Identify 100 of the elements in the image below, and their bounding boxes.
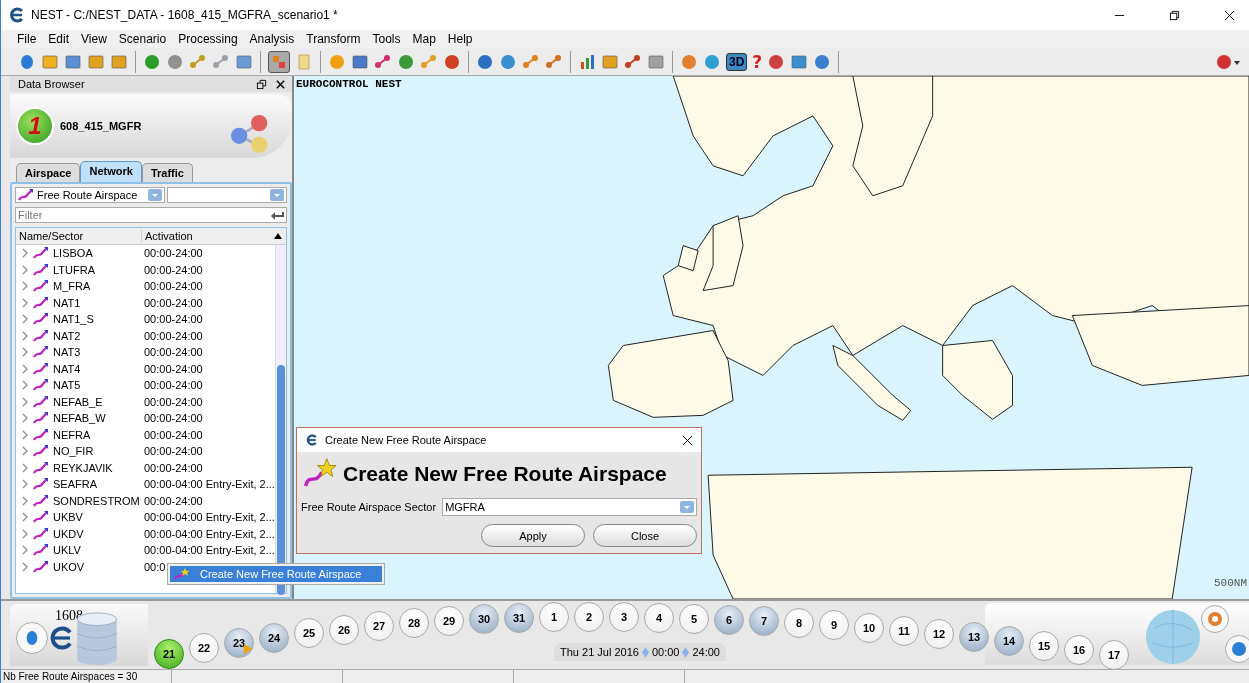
- menu-item[interactable]: Edit: [42, 32, 76, 46]
- table-cell-text: M_FRA: [53, 280, 92, 293]
- close-icon[interactable]: [1224, 9, 1235, 21]
- day-button[interactable]: 6: [714, 604, 744, 635]
- table-cell: 00:00-24:00: [144, 280, 203, 293]
- day-button[interactable]: 23: [224, 627, 254, 658]
- route-icon: [33, 328, 49, 343]
- route-icon: [33, 543, 49, 558]
- expand-icon[interactable]: [21, 347, 29, 358]
- day-button[interactable]: 8: [784, 608, 814, 639]
- menu-item[interactable]: Analysis: [243, 32, 301, 46]
- menu-item[interactable]: File: [11, 32, 43, 46]
- day-button[interactable]: 3: [609, 602, 639, 633]
- tab[interactable]: Traffic: [141, 163, 193, 182]
- color-wheel-button[interactable]: [1201, 605, 1229, 633]
- scroll-up-icon[interactable]: [273, 231, 283, 241]
- day-button[interactable]: 27: [364, 611, 394, 642]
- menu-item[interactable]: Help: [441, 32, 479, 46]
- sector-dropdown[interactable]: MGFRA: [442, 498, 697, 516]
- tab[interactable]: Network: [80, 161, 142, 182]
- select-tool-button[interactable]: [268, 50, 290, 73]
- route-icon: [33, 378, 49, 393]
- day-button[interactable]: 10: [854, 612, 884, 643]
- filter-field[interactable]: Filter: [15, 207, 287, 223]
- day-button[interactable]: 9: [819, 610, 849, 641]
- table-cell-text: NEFRA: [53, 428, 92, 441]
- return-arrow-icon[interactable]: [270, 209, 284, 221]
- layer-dropdown[interactable]: Free Route Airspace: [15, 187, 165, 203]
- day-button[interactable]: 21: [154, 639, 184, 669]
- day-button[interactable]: 7: [749, 606, 779, 637]
- expand-icon[interactable]: [21, 380, 29, 391]
- 3d-view-button[interactable]: 3D: [726, 52, 748, 71]
- expand-icon[interactable]: [21, 545, 29, 556]
- help-button[interactable]: ?: [752, 51, 763, 72]
- table-cell-text: NAT2: [53, 329, 82, 342]
- day-button[interactable]: 25: [294, 618, 324, 649]
- route-icon: [33, 526, 49, 541]
- route-icon: [33, 510, 49, 525]
- expand-icon[interactable]: [21, 396, 29, 407]
- secondary-dropdown[interactable]: [167, 187, 287, 203]
- expand-icon[interactable]: [21, 363, 29, 374]
- day-button[interactable]: 11: [889, 615, 919, 646]
- day-button[interactable]: 5: [679, 603, 709, 634]
- day-button[interactable]: 12: [924, 618, 954, 649]
- close-icon[interactable]: [682, 434, 693, 446]
- expand-icon[interactable]: [21, 528, 29, 539]
- day-button[interactable]: 31: [504, 603, 534, 633]
- menu-item[interactable]: Processing: [172, 32, 244, 46]
- field-label: Free Route Airspace Sector: [301, 501, 437, 513]
- column-header[interactable]: Name/Sector: [16, 230, 142, 242]
- table-cell: 00:00-04:00 Entry-Exit, 2...: [144, 511, 275, 524]
- day-button[interactable]: 24: [259, 622, 289, 653]
- menu-item[interactable]: View: [75, 32, 113, 46]
- table-cell: 00:00-24:00: [144, 412, 203, 425]
- table-cell: 00:00-24:00: [144, 263, 203, 276]
- expand-icon[interactable]: [21, 413, 29, 424]
- expand-icon[interactable]: [21, 264, 29, 275]
- day-button[interactable]: 29: [434, 606, 464, 637]
- menu-item[interactable]: Map: [406, 32, 442, 46]
- close-icon[interactable]: [275, 78, 286, 90]
- day-button[interactable]: 13: [959, 622, 989, 653]
- route-icon: [33, 460, 49, 475]
- route-icon: [33, 444, 49, 459]
- close-button[interactable]: Close: [593, 524, 697, 547]
- context-menu-item[interactable]: Create New Free Route Airspace: [170, 566, 382, 582]
- menu-item[interactable]: Transform: [300, 32, 367, 46]
- expand-icon[interactable]: [21, 495, 29, 506]
- expand-icon[interactable]: [21, 248, 29, 259]
- expand-icon[interactable]: [21, 479, 29, 490]
- start-time: 00:00: [651, 646, 680, 658]
- expand-icon[interactable]: [21, 297, 29, 308]
- expand-icon[interactable]: [21, 561, 29, 572]
- day-button[interactable]: 1: [539, 602, 569, 633]
- day-button[interactable]: 26: [329, 614, 359, 645]
- day-button[interactable]: 22: [189, 633, 219, 664]
- day-button[interactable]: 4: [644, 602, 674, 633]
- chart-icon[interactable]: [578, 52, 596, 71]
- expand-icon[interactable]: [21, 446, 29, 457]
- expand-icon[interactable]: [21, 330, 29, 341]
- expand-icon[interactable]: [21, 314, 29, 325]
- diamond-icon: [641, 646, 649, 658]
- column-header[interactable]: Activation: [142, 230, 273, 242]
- expand-icon[interactable]: [21, 512, 29, 523]
- scenario-number-badge: 1: [16, 107, 54, 145]
- float-icon[interactable]: [256, 78, 267, 90]
- day-button[interactable]: 30: [469, 604, 499, 635]
- apply-button[interactable]: Apply: [481, 524, 585, 547]
- expand-icon[interactable]: [21, 429, 29, 440]
- e-logo-icon: [305, 434, 319, 446]
- restore-icon[interactable]: [1169, 9, 1180, 21]
- day-button[interactable]: 2: [574, 602, 604, 632]
- route-icon: [33, 279, 49, 294]
- menu-item[interactable]: Scenario: [112, 32, 173, 46]
- status-text: Nb Free Route Airspaces = 30: [1, 670, 172, 683]
- menu-item[interactable]: Tools: [366, 32, 407, 46]
- expand-icon[interactable]: [21, 281, 29, 292]
- day-button[interactable]: 28: [399, 608, 429, 639]
- play-marker-icon: [243, 643, 253, 654]
- tab[interactable]: Airspace: [16, 163, 81, 182]
- expand-icon[interactable]: [21, 462, 29, 473]
